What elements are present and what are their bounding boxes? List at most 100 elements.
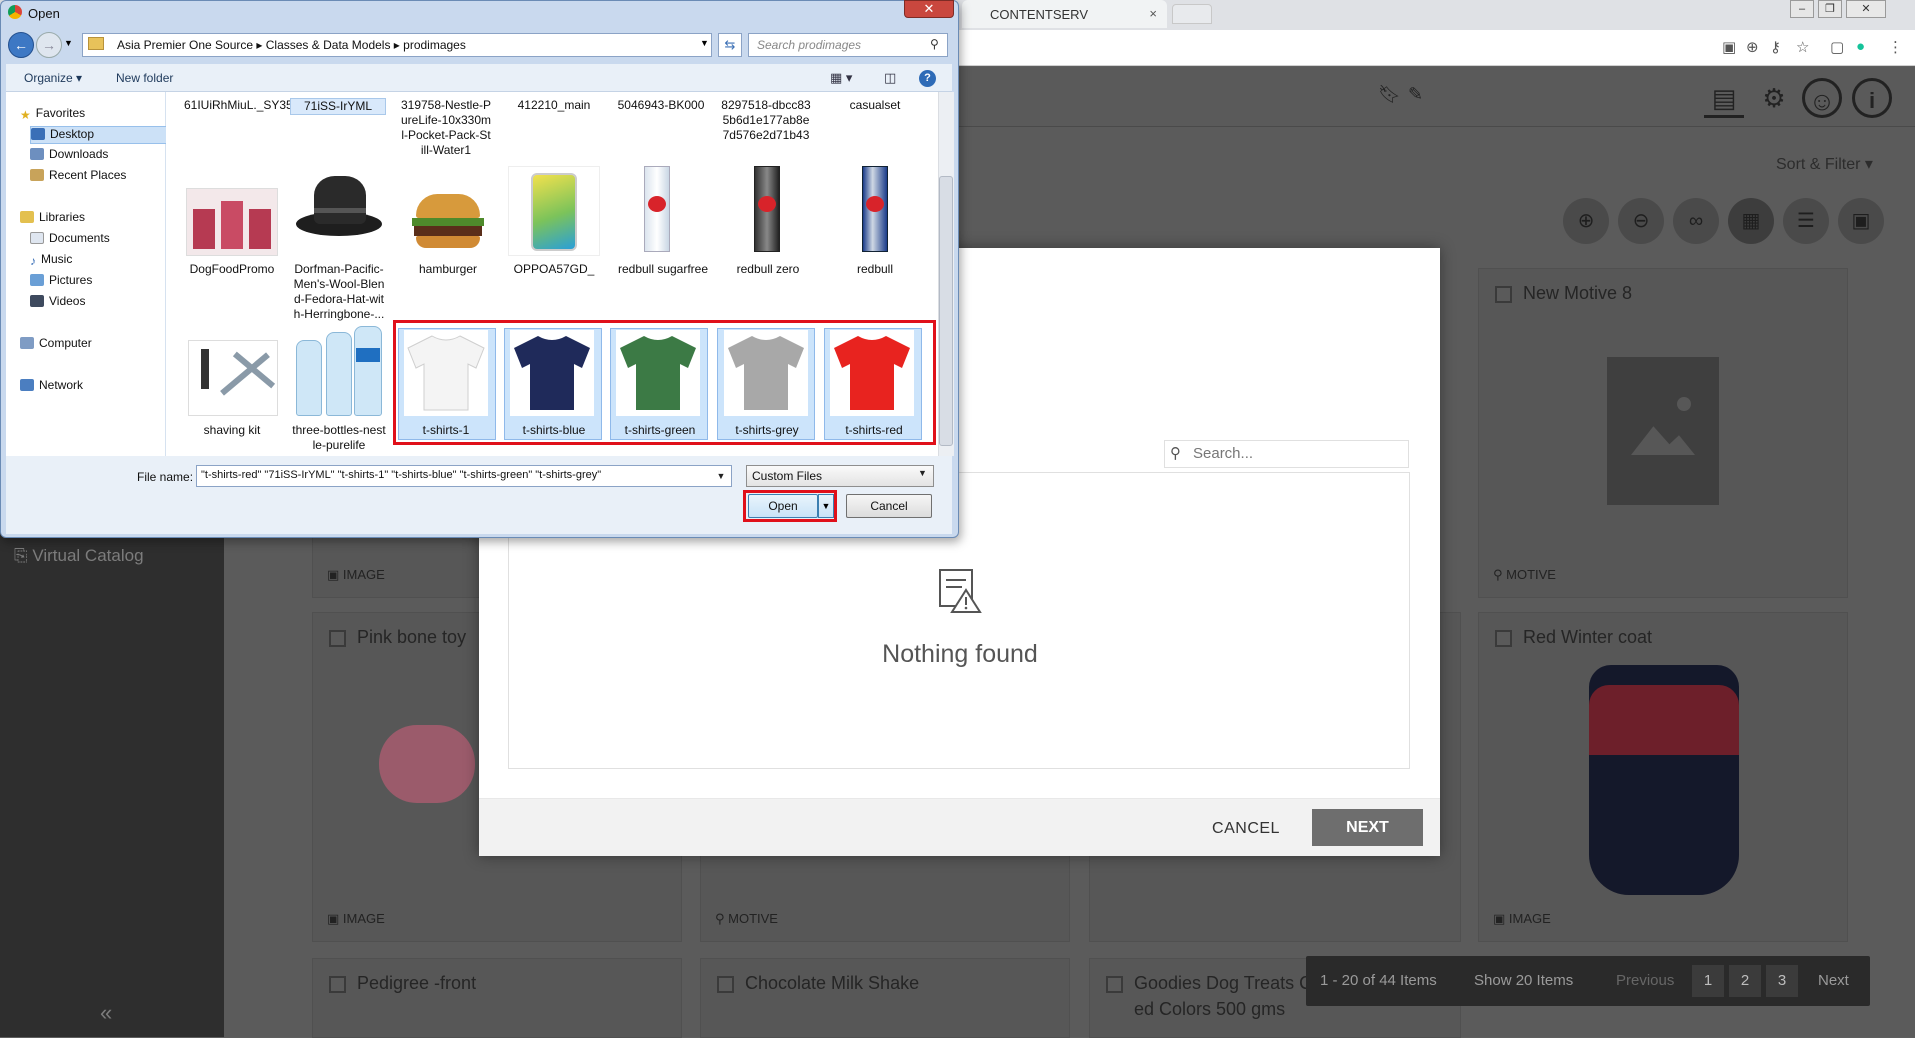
file-item[interactable]: Dorfman-Pacific-Men's-Wool-Blend-Fedora-…: [292, 262, 386, 322]
grid-view-icon[interactable]: ▦: [1728, 198, 1774, 244]
show-items-button[interactable]: Show 20 Items: [1474, 972, 1573, 989]
file-item[interactable]: 8297518-dbcc835b6d1e177ab8e7d576e2d71b43: [720, 98, 812, 143]
back-button[interactable]: ←: [8, 32, 34, 58]
breadcrumb[interactable]: Asia Premier One Source ▸ Classes & Data…: [82, 33, 712, 57]
file-item[interactable]: 319758-Nestle-PureLife-10x330ml-Pocket-P…: [400, 98, 492, 158]
browser-menu-icon[interactable]: ⋮: [1888, 38, 1903, 56]
asset-card[interactable]: New Motive 8 ⚲ MOTIVE: [1478, 268, 1848, 598]
file-item[interactable]: redbull zero: [720, 262, 816, 277]
preview-pane-icon[interactable]: ◫: [884, 70, 896, 86]
next-page-button[interactable]: Next: [1818, 972, 1849, 989]
card-checkbox[interactable]: [329, 976, 346, 993]
file-type-select[interactable]: Custom Files: [746, 465, 934, 487]
zoom-icon[interactable]: ⊕: [1746, 38, 1759, 56]
tree-downloads[interactable]: Downloads: [30, 147, 108, 165]
file-item[interactable]: casualset: [827, 98, 923, 113]
tab-close-icon[interactable]: ×: [1149, 6, 1157, 21]
file-item[interactable]: hamburger: [400, 262, 496, 277]
file-item[interactable]: OPPOA57GD_: [506, 262, 602, 277]
zoom-in-icon[interactable]: ⊕: [1563, 198, 1609, 244]
open-dropdown-icon[interactable]: ▼: [818, 494, 834, 518]
card-checkbox[interactable]: [1495, 286, 1512, 303]
pin-icon[interactable]: ✎: [1408, 84, 1423, 105]
modal-search-input[interactable]: Search...: [1164, 440, 1409, 468]
file-item[interactable]: DogFoodPromo: [184, 262, 280, 277]
window-close-button[interactable]: ✕: [1846, 0, 1886, 18]
file-item[interactable]: redbull sugarfree: [613, 262, 713, 277]
dialog-close-button[interactable]: ✕: [904, 0, 954, 18]
file-item[interactable]: redbull: [827, 262, 923, 277]
collapse-nav-icon[interactable]: «: [100, 1000, 112, 1026]
breadcrumb-dropdown-icon[interactable]: ▼: [700, 38, 709, 48]
organize-button[interactable]: Organize ▾: [24, 71, 82, 85]
history-dropdown-icon[interactable]: ▼: [64, 38, 73, 48]
list-view-icon[interactable]: ☰: [1783, 198, 1829, 244]
file-name-input[interactable]: "t-shirts-red" "71iSS-IrYML" "t-shirts-1…: [196, 465, 732, 487]
card-checkbox[interactable]: [717, 976, 734, 993]
tree-libraries[interactable]: Libraries: [20, 210, 85, 228]
view-options-icon[interactable]: ▦ ▾: [830, 70, 852, 86]
key-icon[interactable]: ⚷: [1770, 38, 1781, 56]
cancel-button[interactable]: Cancel: [846, 494, 932, 518]
tree-network[interactable]: Network: [20, 378, 83, 396]
new-tab-button[interactable]: [1172, 4, 1212, 24]
file-name-dropdown-icon[interactable]: ▼: [712, 466, 730, 486]
modal-cancel-button[interactable]: CANCEL: [1206, 812, 1286, 846]
refresh-icon[interactable]: ⇆: [718, 33, 742, 57]
zoom-out-icon[interactable]: ⊖: [1618, 198, 1664, 244]
tree-desktop[interactable]: Desktop: [30, 126, 170, 144]
card-checkbox[interactable]: [1106, 976, 1123, 993]
file-item[interactable]: shaving kit: [184, 423, 280, 438]
file-item[interactable]: 412210_main: [506, 98, 602, 113]
tree-pictures[interactable]: Pictures: [30, 273, 92, 291]
file-item[interactable]: 61IUiRhMiuL._SY355_: [184, 98, 306, 113]
minimize-button[interactable]: –: [1790, 0, 1814, 18]
asset-card[interactable]: Chocolate Milk Shake: [700, 958, 1070, 1038]
forward-button[interactable]: →: [36, 32, 62, 58]
calendar-icon[interactable]: ▣: [1838, 198, 1884, 244]
file-item-selected[interactable]: 71iSS-IrYML: [290, 98, 386, 115]
card-checkbox[interactable]: [329, 630, 346, 647]
file-item[interactable]: t-shirts-green: [612, 423, 708, 438]
file-item[interactable]: 5046943-BK000: [613, 98, 709, 113]
tree-recent-places[interactable]: Recent Places: [30, 168, 126, 186]
tree-documents[interactable]: Documents: [30, 231, 110, 249]
user-icon[interactable]: ☺: [1802, 78, 1842, 118]
tree-music[interactable]: ♪ Music: [30, 252, 72, 270]
glasses-icon[interactable]: ∞: [1673, 198, 1719, 244]
inbox-icon[interactable]: ▤: [1704, 78, 1744, 118]
help-icon[interactable]: ?: [919, 70, 936, 87]
asset-card[interactable]: Red Winter coat ▣ IMAGE: [1478, 612, 1848, 942]
file-item[interactable]: t-shirts-blue: [506, 423, 602, 438]
camera-icon[interactable]: ▣: [1722, 38, 1736, 56]
bookmark-icon[interactable]: 🔖︎: [1378, 84, 1401, 105]
open-button[interactable]: Open: [748, 494, 818, 518]
maximize-button[interactable]: ❐: [1818, 0, 1842, 18]
grammarly-icon[interactable]: ●: [1856, 38, 1865, 55]
page-2-button[interactable]: 2: [1729, 965, 1761, 997]
gear-icon[interactable]: ⚙: [1754, 78, 1794, 118]
file-item[interactable]: t-shirts-red: [826, 423, 922, 438]
bookmark-star-icon[interactable]: ☆: [1796, 38, 1809, 56]
previous-button[interactable]: Previous: [1616, 972, 1674, 989]
new-folder-button[interactable]: New folder: [116, 71, 173, 85]
file-item[interactable]: t-shirts-grey: [719, 423, 815, 438]
file-item[interactable]: three-bottles-nestle-purelife: [292, 423, 386, 453]
card-checkbox[interactable]: [1495, 630, 1512, 647]
file-item[interactable]: t-shirts-1: [398, 423, 494, 438]
asset-card[interactable]: Pedigree -front: [312, 958, 682, 1038]
scrollbar-thumb[interactable]: [939, 176, 953, 446]
tree-favorites[interactable]: ★ Favorites: [20, 106, 85, 124]
page-3-button[interactable]: 3: [1766, 965, 1798, 997]
modal-next-button[interactable]: NEXT: [1312, 809, 1423, 846]
browser-tab-contentserv[interactable]: CONTENTSERV ×: [962, 0, 1167, 28]
nav-virtual-catalog[interactable]: ⎘ Virtual Catalog: [14, 546, 144, 566]
music-icon: ♪: [30, 254, 36, 268]
sort-filter-button[interactable]: Sort & Filter ▾: [1776, 154, 1873, 174]
page-1-button[interactable]: 1: [1692, 965, 1724, 997]
dialog-search-input[interactable]: Search prodimages: [748, 33, 948, 57]
info-icon[interactable]: i: [1852, 78, 1892, 118]
extension-icon[interactable]: ▢: [1830, 38, 1844, 56]
tree-videos[interactable]: Videos: [30, 294, 85, 312]
tree-computer[interactable]: Computer: [20, 336, 92, 354]
